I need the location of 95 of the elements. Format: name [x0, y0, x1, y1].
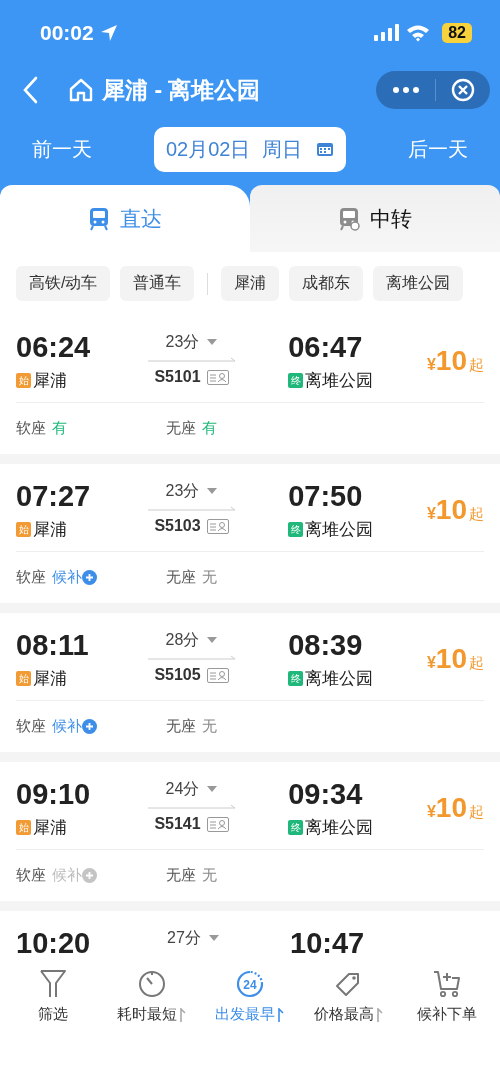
filter-chip[interactable]: 成都东	[289, 266, 364, 301]
train-number[interactable]: S5101	[154, 368, 201, 386]
battery-level: 82	[442, 22, 472, 43]
arrival-time: 09:34	[288, 777, 364, 812]
departure-station: 犀浦	[33, 817, 67, 839]
sort-option[interactable]: 候补下单	[398, 969, 495, 1069]
dropdown-icon[interactable]	[207, 339, 218, 345]
dropdown-icon[interactable]	[208, 935, 219, 941]
origin-tag: 始	[16, 671, 31, 686]
ticket-icon	[206, 816, 229, 832]
sort-option[interactable]: 24 出发最早	[201, 969, 298, 1069]
filter-chip[interactable]: 犀浦	[221, 266, 280, 301]
cart-add-icon	[431, 969, 462, 999]
ticket-icon	[206, 518, 229, 534]
departure-time: 10:20	[16, 926, 92, 961]
train-number[interactable]: S5103	[154, 517, 201, 535]
location-arrow-icon	[99, 23, 118, 42]
terminus-tag: 终	[288, 820, 304, 835]
origin-tag: 始	[16, 820, 31, 835]
sort-option[interactable]: 筛选	[5, 969, 102, 1069]
arrival-station: 离堆公园	[305, 519, 374, 541]
arrival-time: 06:47	[288, 330, 364, 365]
more-icon[interactable]	[391, 86, 420, 94]
seat-type: 软座	[16, 866, 46, 885]
departure-time: 09:10	[16, 777, 92, 812]
price: ¥10起	[426, 345, 484, 377]
arrival-station: 离堆公园	[305, 817, 374, 839]
price: ¥10起	[426, 792, 484, 824]
dropdown-icon[interactable]	[207, 488, 218, 494]
plus-icon[interactable]	[82, 719, 97, 734]
home-icon[interactable]	[68, 77, 94, 103]
sort-option[interactable]: 耗时最短	[103, 969, 200, 1069]
seat-type: 无座	[166, 717, 196, 736]
departure-station: 犀浦	[33, 519, 67, 541]
departure-time: 06:24	[16, 330, 92, 365]
seat-type: 无座	[166, 866, 196, 885]
filter-chip[interactable]: 离堆公园	[373, 266, 464, 301]
seat-type: 软座	[16, 717, 46, 736]
status-time: 00:02	[40, 20, 94, 45]
seat-type: 无座	[166, 568, 196, 587]
seat-type: 无座	[166, 419, 196, 438]
duration[interactable]: 28分	[165, 629, 200, 651]
sort-option[interactable]: 价格最高	[300, 969, 397, 1069]
seat-availability: 无	[202, 568, 217, 587]
back-icon[interactable]	[22, 76, 38, 104]
train-number[interactable]: S5141	[154, 815, 201, 833]
duration[interactable]: 23分	[165, 480, 200, 502]
price: ¥10起	[426, 494, 484, 526]
departure-station: 犀浦	[33, 370, 67, 392]
arrival-station: 离堆公园	[305, 668, 374, 690]
filter-chip[interactable]: 高铁/动车	[16, 266, 111, 301]
seat-availability: 有	[202, 419, 217, 438]
arrival-time: 08:39	[288, 628, 364, 663]
train-icon	[88, 206, 110, 231]
seat-availability: 无	[202, 717, 217, 736]
route-tab[interactable]: 中转	[250, 185, 500, 252]
timer-icon	[136, 969, 167, 999]
ticket-icon	[206, 667, 229, 683]
wifi-icon	[406, 23, 431, 42]
seat-availability: 有	[52, 419, 67, 438]
dropdown-icon[interactable]	[207, 786, 218, 792]
seat-availability: 无	[202, 866, 217, 885]
page-title: 犀浦 - 离堆公园	[102, 75, 261, 105]
plus-icon[interactable]	[82, 570, 97, 585]
seat-availability: 候补	[52, 866, 82, 885]
seat-availability[interactable]: 候补	[52, 717, 82, 736]
train-number[interactable]: S5105	[154, 666, 201, 684]
departure-station: 犀浦	[33, 668, 67, 690]
plus-icon	[82, 868, 97, 883]
calendar-icon	[316, 141, 334, 157]
arrival-time: 07:50	[288, 479, 364, 514]
terminus-tag: 终	[288, 373, 304, 388]
train-icon	[338, 206, 360, 231]
origin-tag: 始	[16, 373, 31, 388]
seat-type: 软座	[16, 568, 46, 587]
signal-icon	[374, 23, 401, 42]
close-icon[interactable]	[450, 78, 475, 102]
arrival-time: 10:47	[290, 926, 366, 961]
filter-chip[interactable]: 普通车	[120, 266, 195, 301]
duration[interactable]: 23分	[165, 331, 200, 353]
terminus-tag: 终	[288, 671, 304, 686]
departure-time: 07:27	[16, 479, 92, 514]
ticket-icon	[206, 369, 229, 385]
duration[interactable]: 24分	[165, 778, 200, 800]
price: ¥10起	[426, 643, 484, 675]
departure-time: 08:11	[16, 628, 90, 663]
origin-tag: 始	[16, 522, 31, 537]
dropdown-icon[interactable]	[207, 637, 218, 643]
seat-availability[interactable]: 候补	[52, 568, 82, 587]
terminus-tag: 终	[288, 522, 304, 537]
duration[interactable]: 27分	[167, 927, 201, 949]
filter-icon	[39, 969, 68, 999]
date-picker[interactable]: 02月02日 周日	[154, 126, 346, 172]
seat-type: 软座	[16, 419, 46, 438]
arrival-station: 离堆公园	[305, 370, 374, 392]
